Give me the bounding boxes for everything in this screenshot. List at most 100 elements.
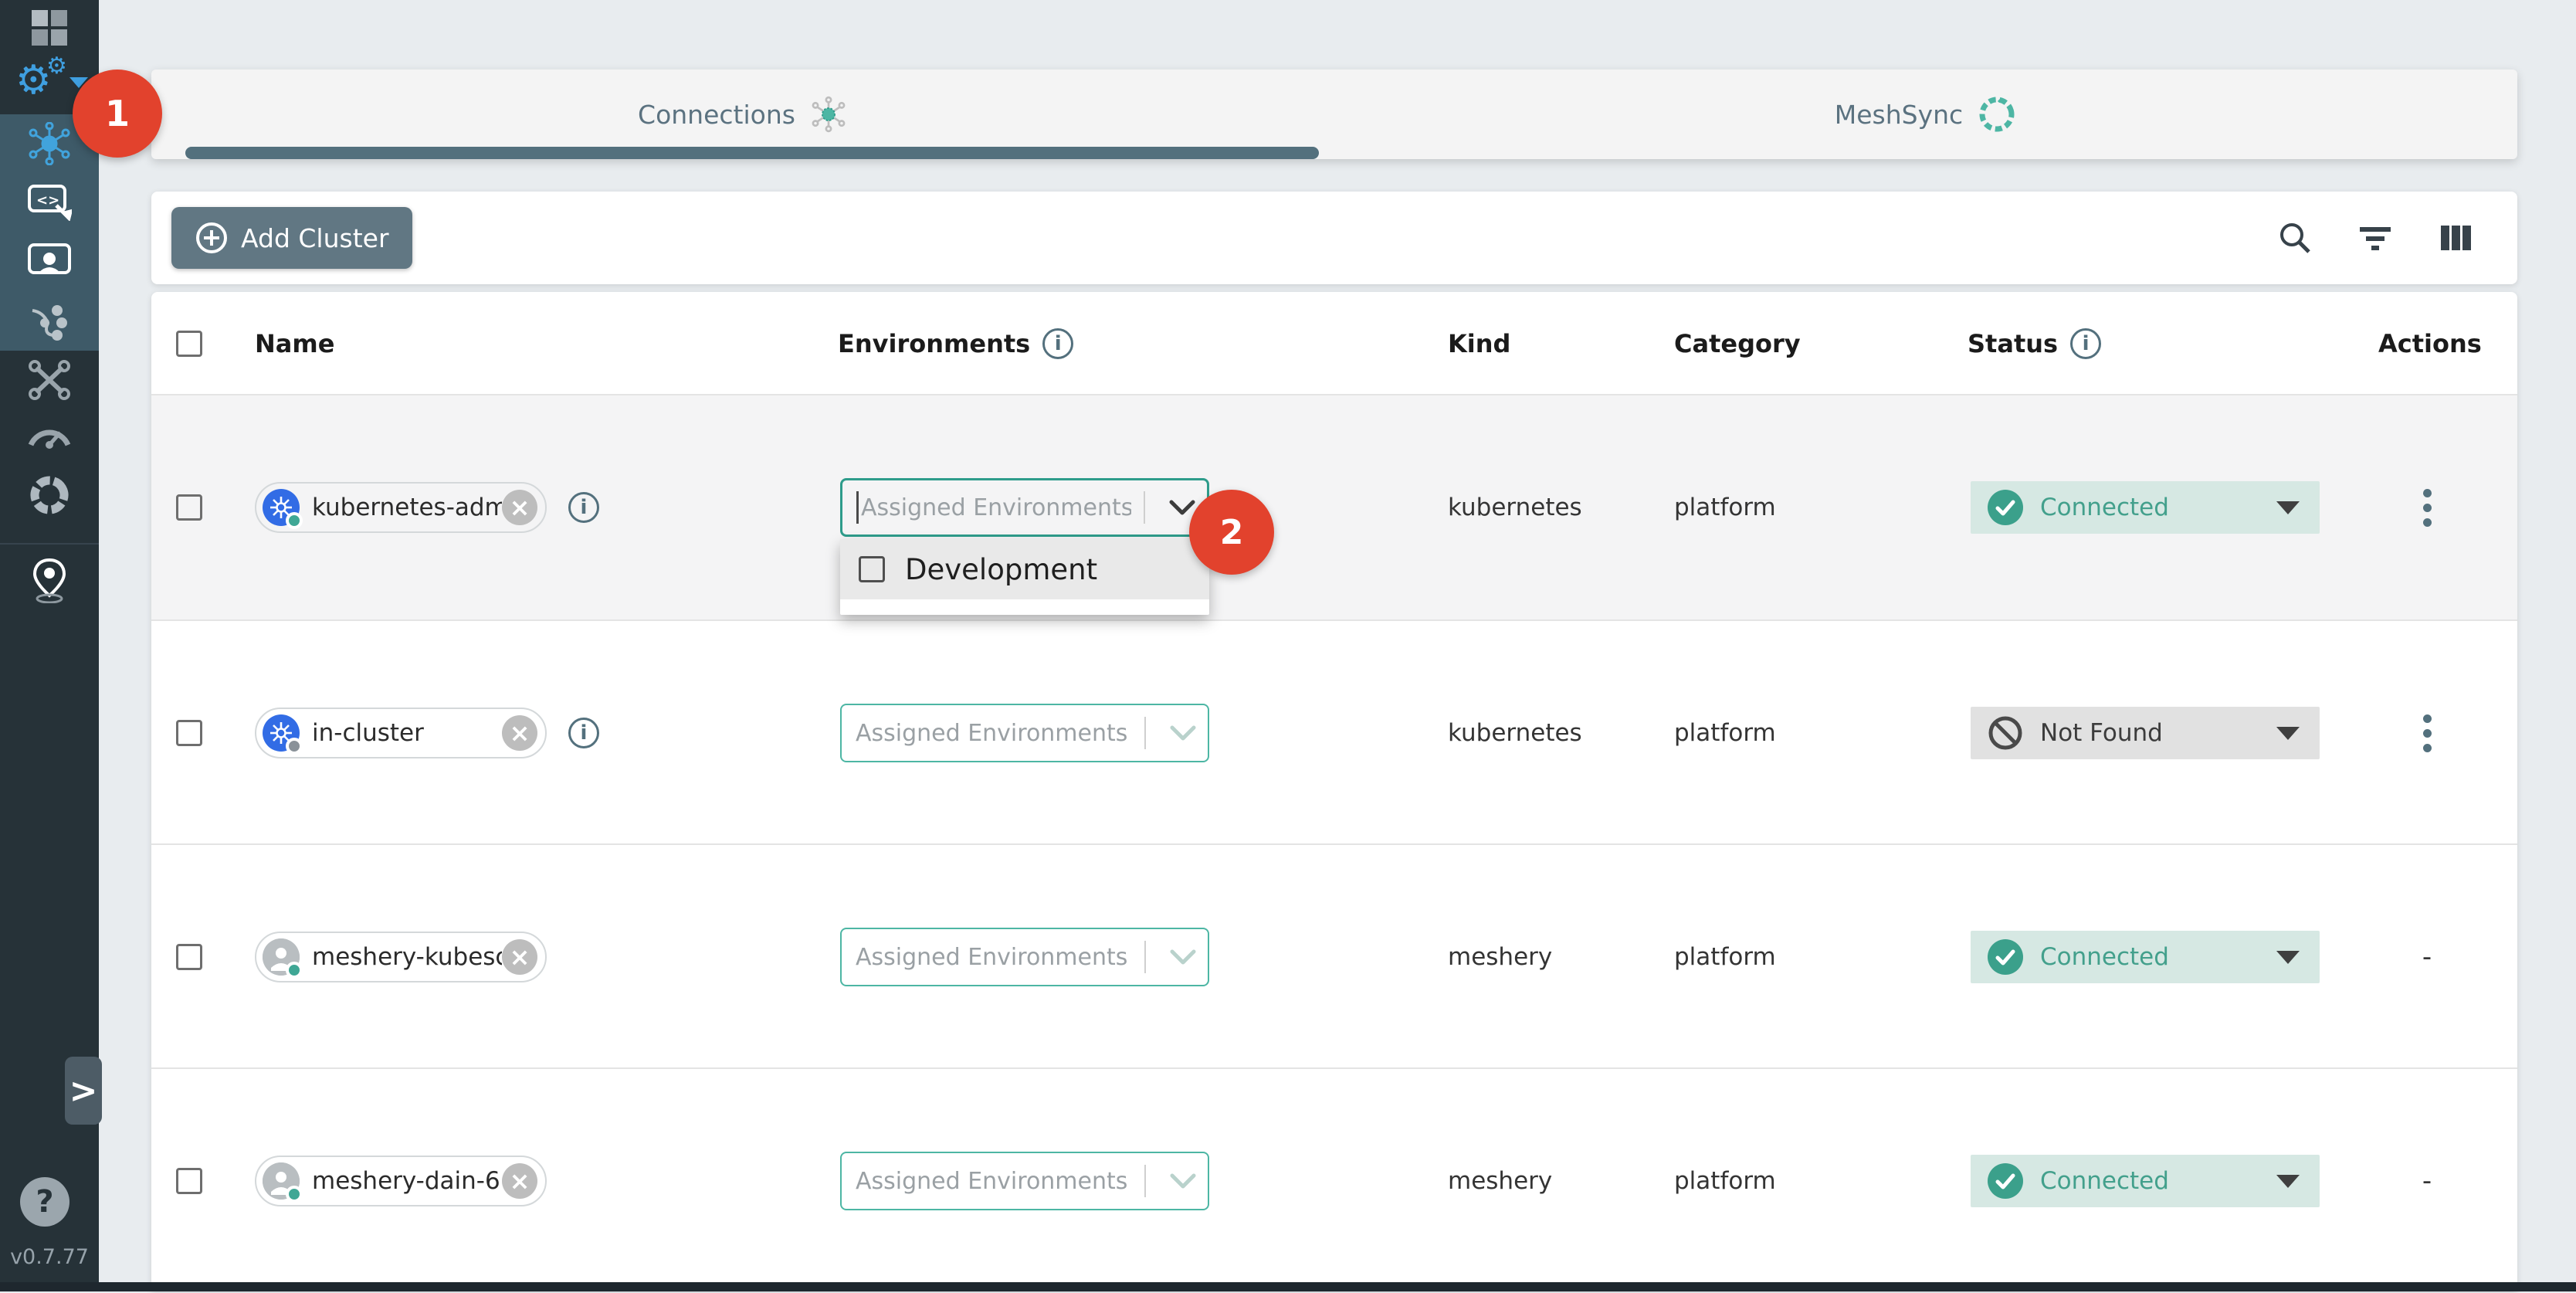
select-all-checkbox[interactable]	[176, 331, 202, 357]
actions-none: -	[2392, 942, 2462, 972]
header-kind[interactable]: Kind	[1448, 292, 1510, 395]
meshery-avatar-icon	[263, 1162, 300, 1200]
category-cell: platform	[1674, 395, 1776, 619]
annotation-badge-1: 1	[73, 70, 162, 158]
tab-meshsync[interactable]: MeshSync	[1334, 70, 2517, 159]
chevron-down-icon[interactable]	[1158, 949, 1208, 966]
meshery-avatar-icon	[263, 938, 300, 976]
toolbar: Add Cluster	[151, 192, 2517, 284]
user-screen-icon[interactable]	[0, 239, 99, 281]
row-checkbox[interactable]	[176, 1168, 202, 1194]
connection-name-chip[interactable]: in-cluster ×	[255, 708, 547, 758]
kind-cell: meshery	[1448, 1069, 1552, 1293]
view-columns-icon[interactable]	[2437, 219, 2474, 256]
sidebar: ⚙ ⚙ <>	[0, 0, 99, 1291]
info-icon[interactable]: i	[568, 492, 599, 523]
status-chip[interactable]: Connected	[1971, 1155, 2320, 1207]
connection-name-chip[interactable]: meshery-dain-6 ×	[255, 1156, 547, 1206]
close-icon[interactable]: ×	[502, 715, 537, 751]
tab-connections[interactable]: Connections	[151, 70, 1334, 159]
chevron-down-icon[interactable]	[1158, 1173, 1208, 1189]
connection-name-chip[interactable]: meshery-kubescop... ×	[255, 932, 547, 982]
connected-check-icon	[1988, 939, 2023, 975]
environments-select[interactable]: Assigned Environments	[840, 928, 1209, 986]
status-label: Connected	[2023, 494, 2276, 521]
close-icon[interactable]: ×	[502, 939, 537, 975]
connections-table: Name Environments i Kind Category Status…	[151, 292, 2517, 1291]
toolkit-wrenches-icon[interactable]	[0, 360, 99, 400]
status-label: Not Found	[2023, 719, 2276, 747]
caret-down-icon	[2276, 951, 2300, 964]
row-checkbox[interactable]	[176, 494, 202, 521]
info-icon[interactable]: i	[2070, 328, 2101, 359]
status-dot	[286, 512, 303, 529]
environments-placeholder: Assigned Environments	[856, 944, 1132, 971]
code-configuration-icon[interactable]: <>	[0, 181, 99, 222]
tab-connections-label: Connections	[638, 100, 795, 130]
connected-check-icon	[1988, 490, 2023, 525]
kubernetes-icon	[263, 714, 300, 752]
add-cluster-label: Add Cluster	[241, 223, 389, 253]
category-cell: platform	[1674, 621, 1776, 845]
analytics-chart-icon[interactable]	[0, 473, 99, 518]
sidebar-expand-button[interactable]: >	[65, 1057, 102, 1125]
environments-select[interactable]: Assigned Environments	[840, 1152, 1209, 1210]
environments-menu: Development	[840, 539, 1209, 615]
environments-select[interactable]: Assigned Environments	[840, 704, 1209, 762]
add-cluster-button[interactable]: Add Cluster	[171, 207, 412, 269]
search-icon[interactable]	[2276, 219, 2313, 256]
header-category[interactable]: Category	[1674, 292, 1801, 395]
menu-item-development[interactable]: Development	[840, 539, 1209, 599]
dashboard-grid-icon[interactable]	[0, 8, 99, 48]
meshsync-spinner-icon	[1977, 94, 2017, 134]
table-row: meshery-dain-6 × Assigned Environments m…	[151, 1067, 2517, 1291]
environments-placeholder: Assigned Environments	[861, 494, 1131, 521]
actions-kebab-icon[interactable]	[2392, 489, 2462, 527]
development-label: Development	[905, 553, 1097, 586]
chevron-down-icon[interactable]	[1158, 725, 1208, 742]
actions-none: -	[2392, 1166, 2462, 1196]
status-label: Connected	[2023, 943, 2276, 971]
active-tab-indicator	[185, 147, 1319, 159]
status-chip[interactable]: Connected	[1971, 931, 2320, 983]
location-pin-icon[interactable]	[0, 558, 99, 604]
kubernetes-icon	[263, 489, 300, 526]
filter-icon[interactable]	[2357, 219, 2394, 256]
actions-kebab-icon[interactable]	[2392, 714, 2462, 752]
sidebar-divider	[0, 543, 99, 545]
caret-down-icon	[2276, 501, 2300, 514]
window-bottom-edge	[0, 1282, 2576, 1291]
table-header: Name Environments i Kind Category Status…	[151, 292, 2517, 395]
status-dot	[286, 962, 303, 979]
close-icon[interactable]: ×	[502, 490, 537, 525]
close-icon[interactable]: ×	[502, 1163, 537, 1199]
header-environments[interactable]: Environments i	[838, 292, 1073, 395]
caret-down-icon	[2276, 1175, 2300, 1188]
status-chip[interactable]: Not Found	[1971, 707, 2320, 759]
row-checkbox[interactable]	[176, 944, 202, 970]
text-cursor	[856, 491, 859, 524]
info-icon[interactable]: i	[568, 718, 599, 748]
help-icon[interactable]: ?	[20, 1177, 69, 1227]
status-dot	[286, 1186, 303, 1203]
table-row: meshery-kubescop... × Assigned Environme…	[151, 843, 2517, 1067]
performance-gauge-icon[interactable]	[0, 417, 99, 451]
gear-small-icon: ⚙	[46, 54, 67, 79]
row-checkbox[interactable]	[176, 720, 202, 746]
tab-meshsync-label: MeshSync	[1835, 100, 1963, 130]
status-dot	[286, 738, 303, 755]
header-status[interactable]: Status i	[1968, 292, 2101, 395]
kind-cell: meshery	[1448, 845, 1552, 1069]
development-checkbox[interactable]	[859, 556, 885, 582]
kind-cell: kubernetes	[1448, 621, 1582, 845]
status-label: Connected	[2023, 1167, 2276, 1195]
header-name[interactable]: Name	[255, 292, 334, 395]
environments-select[interactable]: Assigned Environments	[840, 478, 1209, 537]
info-icon[interactable]: i	[1042, 328, 1073, 359]
tab-bar: Connections MeshSync	[151, 70, 2517, 159]
status-chip[interactable]: Connected	[1971, 481, 2320, 534]
topology-icon[interactable]	[0, 301, 99, 344]
connection-name: meshery-dain-6	[300, 1167, 502, 1195]
connection-name-chip[interactable]: kubernetes-admin... ×	[255, 482, 547, 533]
connection-name: in-cluster	[300, 719, 502, 747]
